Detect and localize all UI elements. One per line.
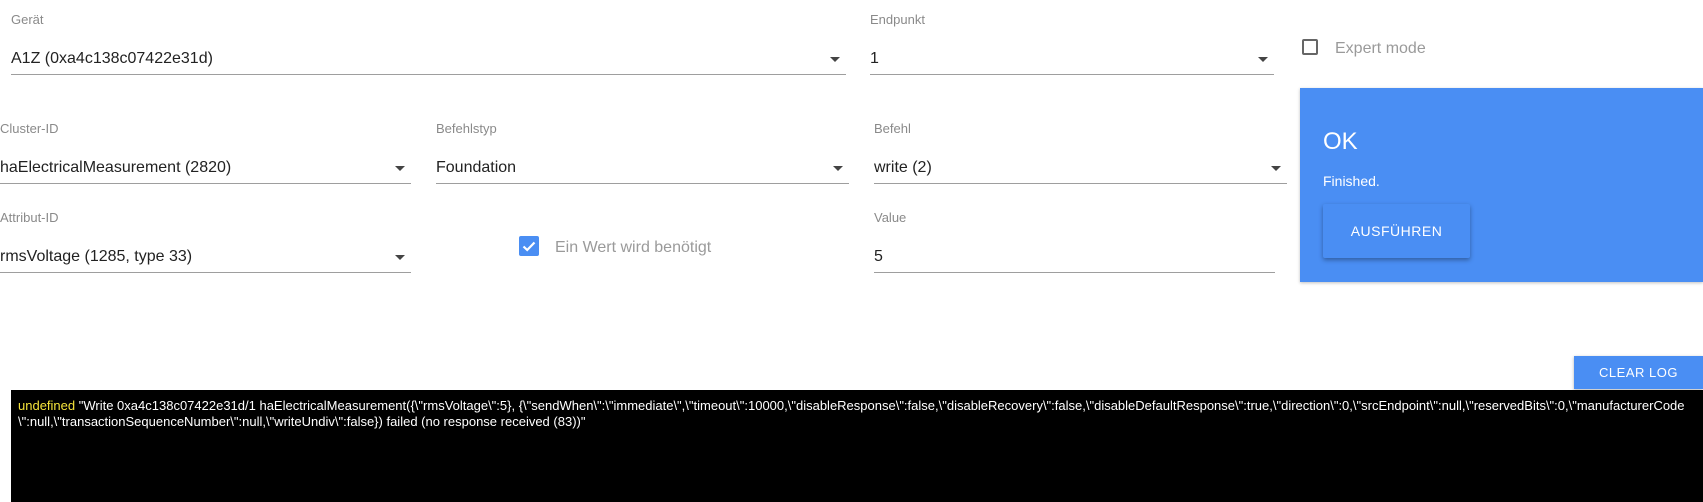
cluster-label: Cluster-ID [0,121,59,136]
result-status: Finished. [1323,173,1380,189]
attribute-label: Attribut-ID [0,210,59,225]
cluster-select[interactable]: haElectricalMeasurement (2820) [0,155,411,184]
value-input[interactable]: 5 [874,244,1275,273]
device-label: Gerät [11,12,44,27]
cluster-value: haElectricalMeasurement (2820) [0,159,232,176]
command-select[interactable]: write (2) [874,155,1287,184]
endpoint-select[interactable]: 1 [870,46,1274,75]
run-button[interactable]: AUSFÜHREN [1323,204,1470,258]
checkmark-icon [522,241,536,252]
command-type-label: Befehlstyp [436,121,497,136]
command-value: write (2) [874,159,932,176]
endpoint-value: 1 [870,50,879,67]
chevron-down-icon [395,255,405,260]
clear-log-button[interactable]: CLEAR LOG [1574,356,1703,389]
attribute-select[interactable]: rmsVoltage (1285, type 33) [0,244,411,273]
log-entry-prefix: undefined [18,398,76,413]
command-label: Befehl [874,121,911,136]
value-input-text: 5 [874,248,883,265]
result-title: OK [1323,128,1358,155]
endpoint-label: Endpunkt [870,12,925,27]
chevron-down-icon [395,166,405,171]
chevron-down-icon [1258,57,1268,62]
value-label: Value [874,210,907,225]
command-type-value: Foundation [436,159,517,176]
result-panel: OK Finished. AUSFÜHREN [1300,88,1703,282]
chevron-down-icon [830,57,840,62]
expert-mode-checkbox[interactable] [1302,39,1318,55]
log-entry-text: "Write 0xa4c138c07422e31d/1 haElectrical… [18,398,1685,429]
value-required-checkbox[interactable] [519,236,539,256]
chevron-down-icon [833,166,843,171]
expert-mode-label: Expert mode [1335,40,1426,57]
device-value: A1Z (0xa4c138c07422e31d) [11,50,213,67]
log-output: undefined "Write 0xa4c138c07422e31d/1 ha… [11,390,1703,502]
device-select[interactable]: A1Z (0xa4c138c07422e31d) [11,46,846,75]
value-required-label: Ein Wert wird benötigt [555,239,712,256]
command-type-select[interactable]: Foundation [436,155,849,184]
zigbee-dev-console: Gerät A1Z (0xa4c138c07422e31d) Endpunkt … [0,0,1703,502]
attribute-value: rmsVoltage (1285, type 33) [0,248,193,265]
chevron-down-icon [1271,166,1281,171]
